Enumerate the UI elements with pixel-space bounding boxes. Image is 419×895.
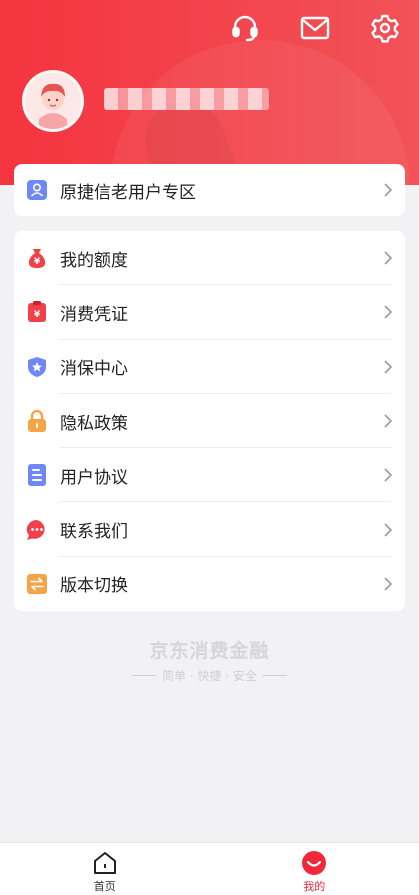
profile-header: [0, 0, 419, 185]
menu-item-user-agreement[interactable]: 用户协议: [14, 448, 405, 503]
headset-icon[interactable]: [229, 12, 261, 44]
menu-item-label: 消保中心: [60, 359, 128, 380]
switch-arrows-icon: [26, 573, 48, 595]
slogan-text: 简单 · 快捷 · 安全: [162, 669, 257, 683]
document-icon: [26, 464, 48, 487]
chevron-right-icon: [384, 305, 393, 320]
username-redacted: [104, 86, 269, 112]
chevron-right-icon: [384, 523, 393, 537]
brand-slogan: 简单 · 快捷 · 安全: [0, 667, 419, 684]
old-user-zone-item[interactable]: 原捷信老用户专区: [14, 164, 405, 216]
old-user-zone-label: 原捷信老用户专区: [60, 182, 196, 203]
chevron-right-icon: [384, 414, 393, 428]
username-blur: [104, 88, 269, 110]
old-user-card[interactable]: 原捷信老用户专区: [14, 164, 405, 216]
shield-star-icon: [26, 356, 48, 378]
tab-mine-label: 我的: [303, 880, 326, 893]
svg-text:¥: ¥: [34, 310, 41, 320]
home-icon: [93, 852, 116, 874]
gear-icon[interactable]: [369, 12, 401, 44]
menu-item-label: 版本切换: [60, 576, 128, 597]
slogan-divider-left: [132, 675, 157, 676]
receipt-icon: ¥: [26, 301, 48, 323]
chat-bubble-icon: [26, 519, 48, 541]
user-badge-icon: [26, 179, 48, 201]
chevron-right-icon: [384, 360, 393, 374]
menu-item-label: 用户协议: [60, 467, 128, 488]
tab-home-label: 首页: [93, 880, 116, 893]
mail-icon[interactable]: [299, 12, 331, 44]
chevron-right-icon: [384, 577, 393, 591]
svg-text:¥: ¥: [34, 257, 41, 267]
tab-home[interactable]: 首页: [0, 843, 210, 895]
tab-mine[interactable]: 我的: [210, 843, 419, 895]
header-actions: [229, 12, 401, 44]
menu-item-label: 隐私政策: [60, 413, 128, 434]
menu-item-contact-us[interactable]: 联系我们: [14, 502, 405, 558]
menu-item-credit-limit[interactable]: ¥ 我的额度: [14, 231, 405, 286]
menu-item-label: 联系我们: [60, 522, 128, 543]
slogan-divider-right: [262, 675, 287, 676]
avatar[interactable]: [22, 70, 84, 132]
money-bag-icon: ¥: [26, 247, 48, 269]
menu-card: ¥ 我的额度 ¥ 消费凭证 消保中心 隐私政策 用户协议 联系我们 版本切换: [14, 231, 405, 611]
chevron-right-icon: [384, 468, 393, 482]
menu-item-label: 消费凭证: [60, 304, 128, 325]
menu-item-consumer-protection[interactable]: 消保中心: [14, 340, 405, 395]
lock-icon: [26, 410, 48, 433]
menu-item-privacy-policy[interactable]: 隐私政策: [14, 394, 405, 449]
menu-item-label: 我的额度: [60, 250, 128, 271]
brand-name: 京东消费金融: [149, 640, 270, 662]
menu-item-version-switch[interactable]: 版本切换: [14, 557, 405, 611]
bottom-tab-bar: 首页 我的: [0, 842, 419, 895]
mine-smile-icon: [302, 851, 327, 875]
chevron-right-icon: [384, 251, 393, 265]
menu-item-consumption-voucher[interactable]: ¥ 消费凭证: [14, 285, 405, 340]
chevron-right-icon: [384, 183, 393, 197]
